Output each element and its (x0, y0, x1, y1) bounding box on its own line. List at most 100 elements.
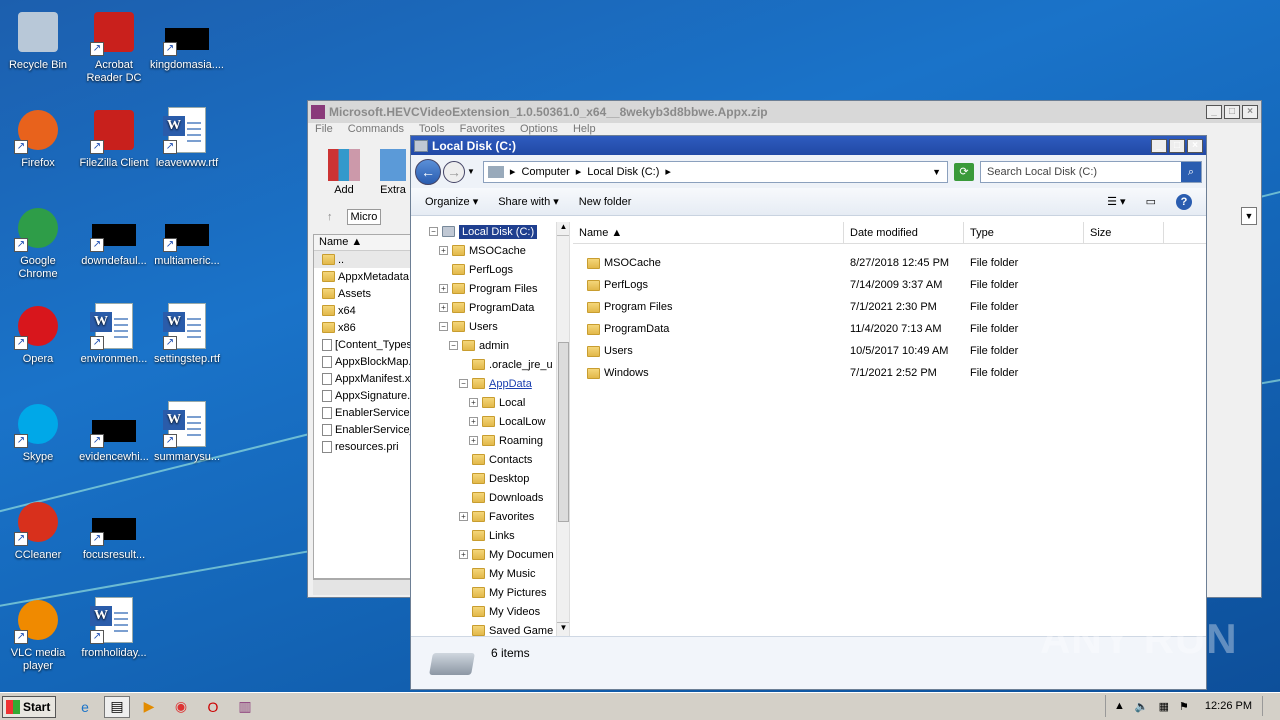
view-options-icon[interactable]: ☰ ▾ (1107, 195, 1125, 208)
search-input[interactable]: Search Local Disk (C:) ⌕ (980, 160, 1202, 183)
tree-item[interactable]: .oracle_jre_u (413, 355, 569, 374)
organize-button[interactable]: Organize ▾ (425, 195, 478, 208)
desktop-icon[interactable]: ↗ Skype (0, 396, 76, 486)
explorer-window[interactable]: Local Disk (C:) _ □ × ← → ▼ ▸ Computer ▸… (410, 135, 1207, 690)
tree-item[interactable]: + Program Files (413, 279, 569, 298)
column-header-date[interactable]: Date modified (844, 222, 964, 243)
network-icon[interactable]: ▦ (1159, 700, 1169, 713)
search-icon[interactable]: ⌕ (1181, 161, 1201, 182)
file-list[interactable]: Name ▲ Date modified Type Size MSOCache 8… (573, 222, 1206, 636)
file-row[interactable]: MSOCache 8/27/2018 12:45 PM File folder (573, 252, 1206, 274)
column-header-size[interactable]: Size (1084, 222, 1164, 243)
archive-list-item[interactable]: AppxManifest.x (314, 370, 412, 387)
share-with-button[interactable]: Share with ▾ (498, 195, 559, 208)
tree-item[interactable]: Desktop (413, 469, 569, 488)
tree-item[interactable]: Downloads (413, 488, 569, 507)
expander-icon[interactable]: + (459, 512, 468, 521)
expander-icon[interactable]: + (439, 284, 448, 293)
chrome-taskbar-icon[interactable]: ◉ (168, 696, 194, 718)
tree-item[interactable]: Contacts (413, 450, 569, 469)
refresh-icon[interactable]: ⟳ (954, 162, 974, 181)
menu-help[interactable]: Help (573, 123, 596, 135)
archive-titlebar[interactable]: Microsoft.HEVCVideoExtension_1.0.50361.0… (308, 101, 1261, 123)
desktop-icon[interactable]: W ↗ fromholiday... (76, 592, 152, 682)
desktop-icon[interactable]: ↗ downdefaul... (76, 200, 152, 290)
expander-icon[interactable] (459, 493, 468, 502)
file-row[interactable]: Windows 7/1/2021 2:52 PM File folder (573, 362, 1206, 384)
desktop-icon[interactable]: ↗ VLC media player (0, 592, 76, 682)
expander-icon[interactable] (459, 607, 468, 616)
expander-icon[interactable] (459, 588, 468, 597)
menu-file[interactable]: File (315, 123, 333, 135)
breadcrumb-local-disk[interactable]: Local Disk (C:) (587, 166, 659, 178)
archive-list-item[interactable]: Assets (314, 285, 412, 302)
navigation-tree[interactable]: − Local Disk (C:) + MSOCache PerfLogs + Progra… (413, 222, 570, 636)
archive-list-item[interactable]: .. (314, 251, 412, 268)
ie-icon[interactable]: e (72, 696, 98, 718)
desktop-icon[interactable]: ↗ kingdomasia.... (149, 4, 225, 94)
expander-icon[interactable] (459, 569, 468, 578)
file-row[interactable]: Program Files 7/1/2021 2:30 PM File folder (573, 296, 1206, 318)
tree-item[interactable]: My Pictures (413, 583, 569, 602)
action-center-flag-icon[interactable]: ⚑ (1179, 700, 1189, 713)
tree-item[interactable]: + My Documen (413, 545, 569, 564)
file-row[interactable]: ProgramData 11/4/2020 7:13 AM File folder (573, 318, 1206, 340)
archive-list-item[interactable]: EnablerService. (314, 404, 412, 421)
file-row[interactable]: Users 10/5/2017 10:49 AM File folder (573, 340, 1206, 362)
desktop-icon[interactable]: ↗ evidencewhi... (76, 396, 152, 486)
menu-favorites[interactable]: Favorites (460, 123, 505, 135)
tree-item[interactable]: − AppData (413, 374, 569, 393)
expander-icon[interactable]: + (469, 417, 478, 426)
back-arrow-icon[interactable]: ← (415, 158, 441, 185)
winrar-taskbar-icon[interactable]: ▥ (232, 696, 258, 718)
desktop-icon[interactable]: ↗ Acrobat Reader DC (76, 4, 152, 94)
path-dropdown-arrow[interactable]: ▼ (1241, 207, 1257, 225)
tree-item[interactable]: Saved Game (413, 621, 569, 636)
tree-item[interactable]: My Videos (413, 602, 569, 621)
explorer-taskbar-icon[interactable]: ▤ (104, 695, 130, 718)
menu-commands[interactable]: Commands (348, 123, 404, 135)
close-button[interactable]: × (1187, 138, 1203, 153)
tree-scrollbar[interactable]: ▲ ▼ (556, 222, 569, 636)
expander-icon[interactable]: + (439, 246, 448, 255)
desktop-icon[interactable]: ↗ Firefox (0, 102, 76, 192)
desktop-icon[interactable]: ↗ multiameric... (149, 200, 225, 290)
opera-taskbar-icon[interactable]: O (200, 696, 226, 718)
extract-button[interactable]: Extra (380, 149, 406, 196)
expander-icon[interactable]: + (439, 303, 448, 312)
expander-icon[interactable] (439, 265, 448, 274)
show-hidden-icons-icon[interactable]: ▲ (1114, 700, 1125, 712)
column-header-name[interactable]: Name ▲ (573, 222, 844, 243)
maximize-button[interactable]: □ (1169, 138, 1185, 153)
archive-list-item[interactable]: AppxBlockMap. (314, 353, 412, 370)
scroll-thumb[interactable] (558, 342, 569, 522)
desktop-icon[interactable]: W ↗ environmen... (76, 298, 152, 388)
scroll-down-arrow[interactable]: ▼ (557, 622, 569, 636)
expander-icon[interactable] (459, 531, 468, 540)
tree-item[interactable]: + MSOCache (413, 241, 569, 260)
desktop-icon[interactable]: W ↗ leavewww.rtf (149, 102, 225, 192)
tree-item[interactable]: + Local (413, 393, 569, 412)
close-button[interactable]: × (1242, 105, 1258, 119)
archive-path-field[interactable]: Micro (346, 209, 382, 225)
expander-icon[interactable]: − (439, 322, 448, 331)
archive-list-item[interactable]: x64 (314, 302, 412, 319)
menu-tools[interactable]: Tools (419, 123, 445, 135)
start-button[interactable]: Start (2, 695, 56, 718)
expander-icon[interactable] (459, 360, 468, 369)
expander-icon[interactable] (459, 455, 468, 464)
expander-icon[interactable]: − (449, 341, 458, 350)
address-dropdown-icon[interactable]: ▼ (932, 167, 941, 177)
history-dropdown-icon[interactable]: ▼ (467, 167, 475, 176)
help-icon[interactable]: ? (1176, 193, 1192, 210)
explorer-titlebar[interactable]: Local Disk (C:) _ □ × (411, 136, 1206, 155)
tree-item[interactable]: − Users (413, 317, 569, 336)
tree-item[interactable]: − admin (413, 336, 569, 355)
tree-item[interactable]: − Local Disk (C:) (413, 222, 569, 241)
menu-options[interactable]: Options (520, 123, 558, 135)
maximize-button[interactable]: □ (1224, 105, 1240, 119)
archive-list-item[interactable]: x86 (314, 319, 412, 336)
archive-list-item[interactable]: [Content_Types (314, 336, 412, 353)
preview-pane-icon[interactable]: ▭ (1146, 195, 1156, 208)
tree-item[interactable]: My Music (413, 564, 569, 583)
